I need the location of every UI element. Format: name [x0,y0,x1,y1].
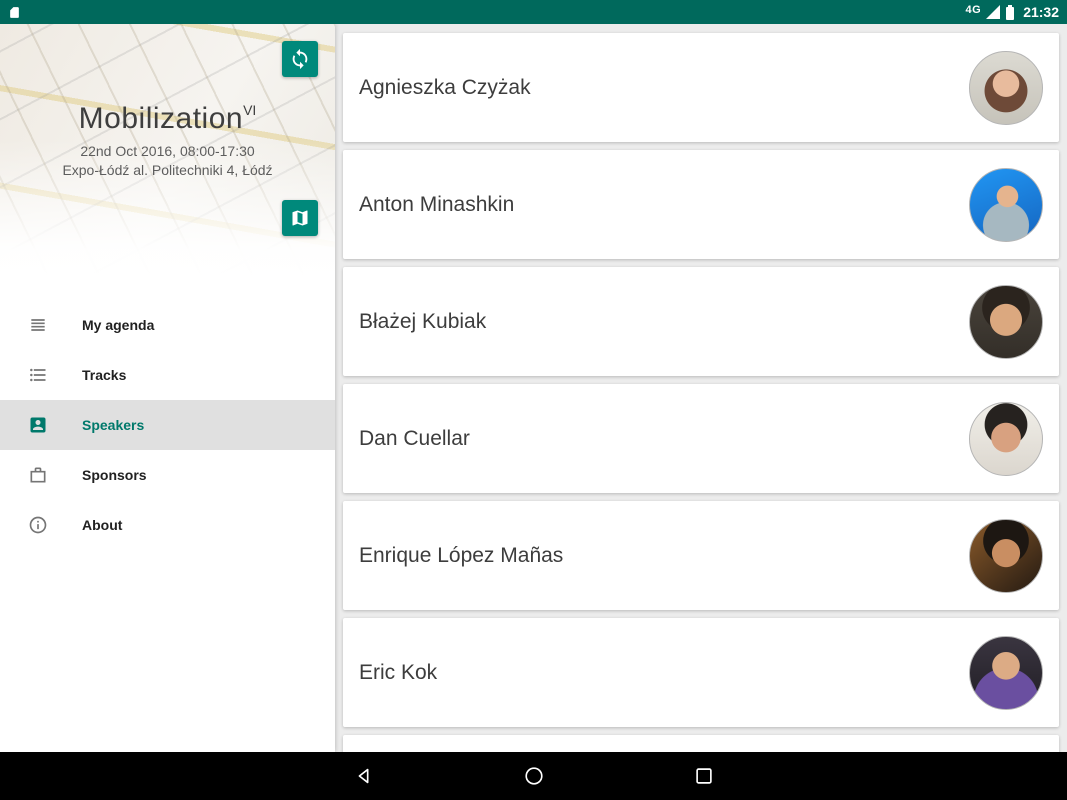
speaker-card[interactable]: Agnieszka Czyżak [343,33,1059,142]
sidebar-item-label: About [82,517,122,533]
avatar [969,519,1043,593]
map-button[interactable] [282,200,318,236]
sidebar-item-sponsors[interactable]: Sponsors [0,450,335,500]
sync-button[interactable] [282,41,318,77]
sync-icon [289,48,311,70]
status-bar: 4G 21:32 [0,0,1067,24]
recents-button[interactable] [680,752,728,800]
agenda-icon [26,313,50,337]
avatar [969,168,1043,242]
navigation-drawer: MobilizationVI 22nd Oct 2016, 08:00-17:3… [0,24,335,752]
sidebar-item-my-agenda[interactable]: My agenda [0,300,335,350]
sidebar-item-label: Speakers [82,417,144,433]
back-icon [353,765,375,787]
speaker-name: Dan Cuellar [359,427,470,451]
speaker-card[interactable]: Błażej Kubiak [343,267,1059,376]
back-button[interactable] [340,752,388,800]
avatar [969,636,1043,710]
speakers-icon [26,413,50,437]
speaker-card[interactable]: Eric Kok [343,618,1059,727]
app-title-superscript: VI [243,102,256,118]
recents-icon [693,765,715,787]
status-clock: 21:32 [1023,4,1059,20]
sponsors-icon [26,463,50,487]
speaker-name: Błażej Kubiak [359,310,486,334]
home-icon [523,765,545,787]
speaker-name: Anton Minashkin [359,193,514,217]
avatar [969,51,1043,125]
event-date: 22nd Oct 2016, 08:00-17:30 [0,143,335,159]
speaker-name: Eric Kok [359,661,437,685]
app-title-text: Mobilization [79,102,243,135]
drawer-header: MobilizationVI 22nd Oct 2016, 08:00-17:3… [0,24,335,280]
sidebar-item-about[interactable]: About [0,500,335,550]
sidebar-item-tracks[interactable]: Tracks [0,350,335,400]
sidebar-item-label: My agenda [82,317,154,333]
avatar [969,285,1043,359]
sd-card-icon [8,5,21,20]
signal-icon [986,5,1000,19]
sidebar-item-label: Sponsors [82,467,147,483]
speakers-list: Agnieszka Czyżak Anton Minashkin Błażej … [335,24,1067,752]
event-venue: Expo-Łódź al. Politechniki 4, Łódź [0,162,335,178]
speaker-card[interactable]: Dan Cuellar [343,384,1059,493]
app-title: MobilizationVI [0,102,335,136]
drawer-menu: My agenda Tracks Speakers Sponsors About [0,300,335,550]
sidebar-item-label: Tracks [82,367,126,383]
speaker-name: Agnieszka Czyżak [359,76,531,100]
about-icon [26,513,50,537]
avatar [969,402,1043,476]
battery-icon [1005,5,1015,20]
speaker-card-partial[interactable] [343,735,1059,752]
android-navigation-bar [0,752,1067,800]
sidebar-item-speakers[interactable]: Speakers [0,400,335,450]
network-label: 4G [966,4,982,16]
speaker-name: Enrique López Mañas [359,544,563,568]
tracks-icon [26,363,50,387]
home-button[interactable] [510,752,558,800]
speaker-card[interactable]: Anton Minashkin [343,150,1059,259]
map-icon [290,208,310,228]
speaker-card[interactable]: Enrique López Mañas [343,501,1059,610]
